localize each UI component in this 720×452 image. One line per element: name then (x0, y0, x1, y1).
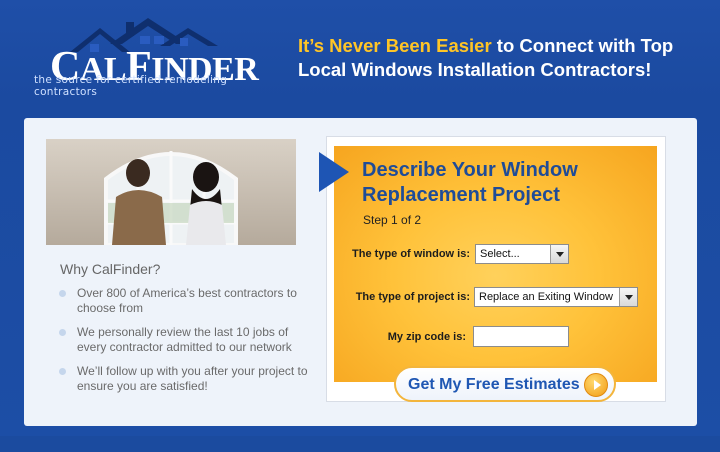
window-type-value: Select... (480, 248, 520, 260)
bullet-icon (59, 329, 66, 336)
bullet-text: Over 800 of America’s best contractors t… (77, 286, 297, 315)
project-type-label: The type of project is: (355, 291, 470, 303)
bullet-icon (59, 290, 66, 297)
zip-code-input[interactable] (473, 326, 569, 347)
page-headline: It’s Never Been Easier to Connect with T… (298, 34, 708, 82)
chevron-down-icon[interactable] (550, 245, 568, 263)
bullet-text: We personally review the last 10 jobs of… (77, 325, 292, 354)
play-circle-icon (584, 373, 608, 397)
window-type-select[interactable]: Select... (475, 244, 569, 264)
get-estimates-button[interactable]: Get My Free Estimates (394, 366, 616, 402)
right-arrow-icon (319, 152, 349, 192)
project-type-value: Replace an Exiting Window (479, 291, 613, 303)
form-title: Describe Your Window Replacement Project (362, 159, 578, 206)
benefits-list: Over 800 of America’s best contractors t… (56, 286, 314, 403)
step-indicator: Step 1 of 2 (363, 213, 422, 227)
calfinder-logo[interactable]: CALFINDER the source for certified remod… (30, 14, 270, 98)
get-estimates-label: Get My Free Estimates (408, 376, 580, 393)
bullet-icon (59, 368, 66, 375)
why-title: Why CalFinder? (60, 261, 161, 277)
tagline: the source for certified remodeling cont… (34, 74, 228, 98)
bullet-text: We’ll follow up with you after your proj… (77, 364, 308, 393)
list-item: We’ll follow up with you after your proj… (56, 364, 314, 394)
list-item: We personally review the last 10 jobs of… (56, 325, 314, 355)
list-item: Over 800 of America’s best contractors t… (56, 286, 314, 316)
window-type-label: The type of window is: (352, 248, 470, 260)
couple-window-photo (46, 139, 296, 245)
chevron-down-icon[interactable] (619, 288, 637, 306)
why-calfinder-section: Why CalFinder? Over 800 of America’s bes… (46, 139, 308, 409)
zip-label: My zip code is: (387, 331, 466, 343)
header: CALFINDER the source for certified remod… (0, 0, 720, 106)
footer-strip (0, 436, 720, 452)
headline-accent: It’s Never Been Easier (298, 35, 492, 56)
project-type-select[interactable]: Replace an Exiting Window (474, 287, 638, 307)
